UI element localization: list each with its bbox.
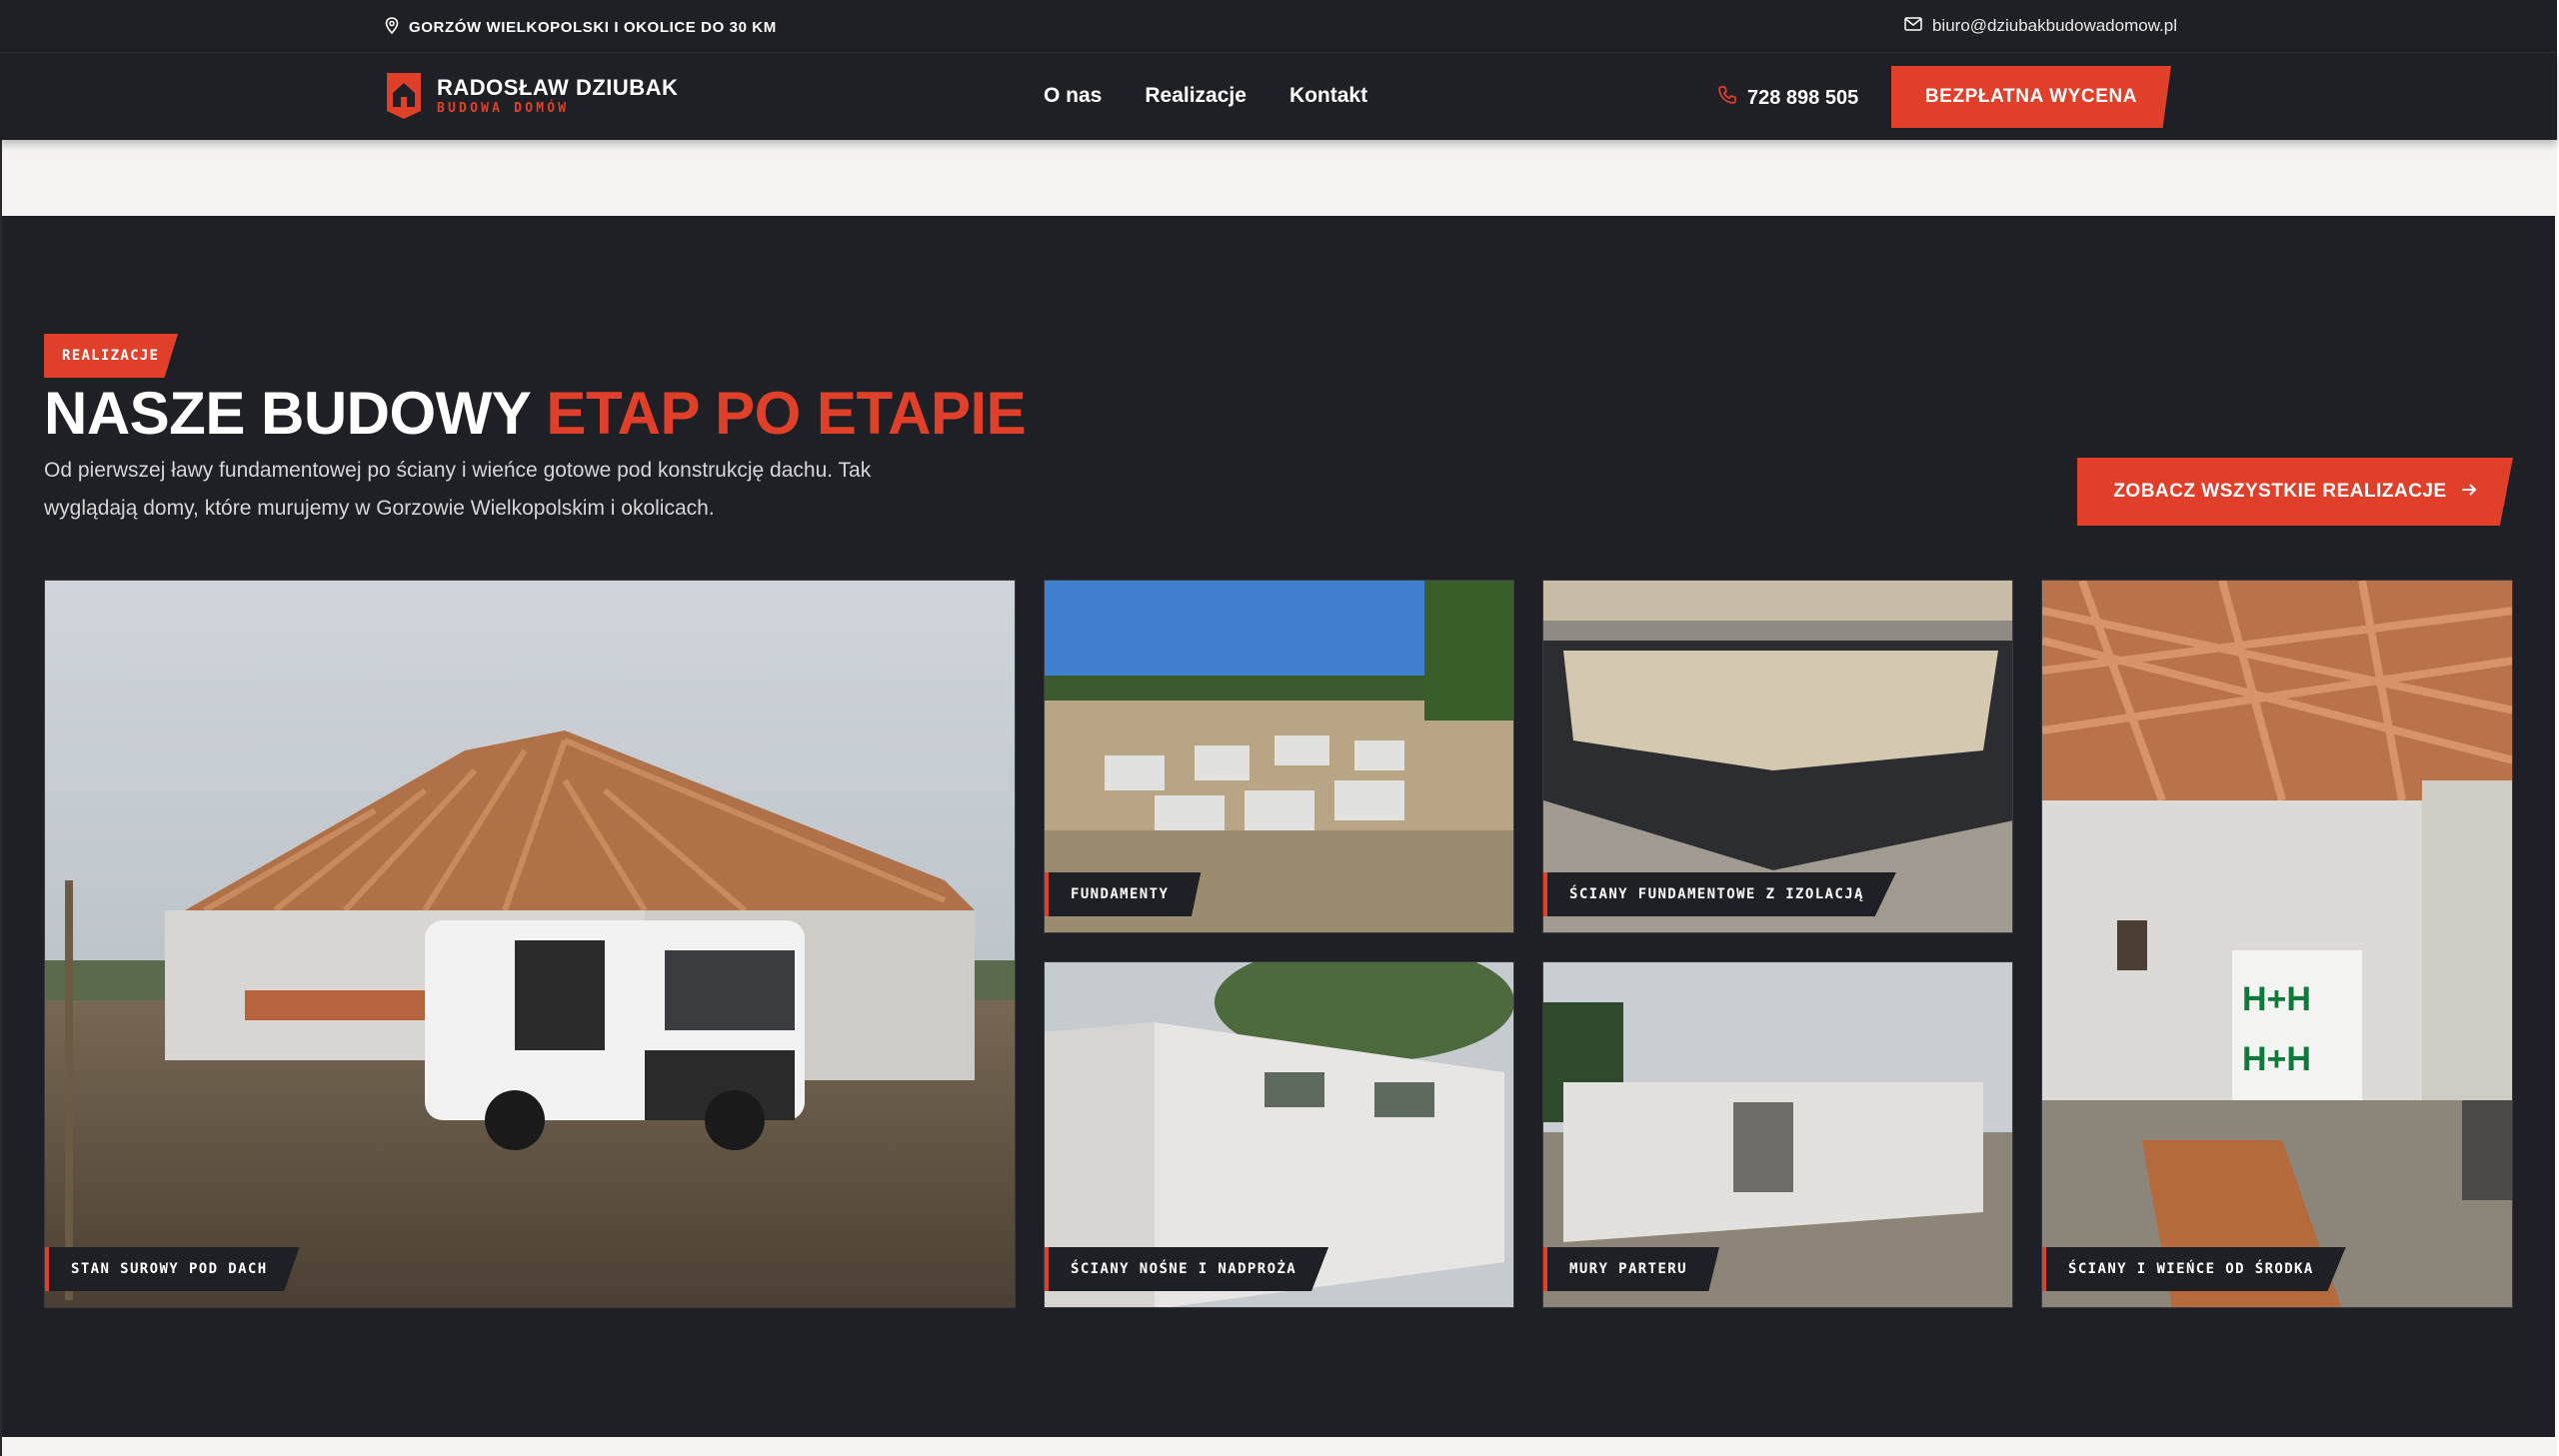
- page: GORZÓW WIELKOPOLSKI I OKOLICE DO 30 KM b…: [0, 0, 2559, 1456]
- see-all-projects-button[interactable]: ZOBACZ WSZYSTKIE REALIZACJE: [2077, 458, 2513, 526]
- section-lead: Od pierwszej ławy fundamentowej po ścian…: [44, 459, 872, 520]
- email-link[interactable]: biuro@dziubakbudowadomow.pl: [1904, 16, 2177, 36]
- gallery-tile[interactable]: ŚCIANY FUNDAMENTOWE Z IZOLACJĄ: [1542, 580, 2013, 933]
- location-text: GORZÓW WIELKOPOLSKI I OKOLICE DO 30 KM: [409, 19, 777, 36]
- gallery-tile[interactable]: STAN SUROWY POD DACH: [44, 580, 1016, 1308]
- tile-label: ŚCIANY NOŚNE I NADPROŻA: [1045, 1247, 1329, 1291]
- nav-item-kontakt[interactable]: Kontakt: [1289, 84, 1367, 108]
- top-info-bar: GORZÓW WIELKOPOLSKI I OKOLICE DO 30 KM b…: [0, 0, 2557, 52]
- main-navigation: RADOSŁAW DZIUBAK BUDOWA DOMÓW O nas Real…: [0, 52, 2557, 140]
- site-logo[interactable]: RADOSŁAW DZIUBAK BUDOWA DOMÓW: [385, 71, 678, 121]
- tile-label: STAN SUROWY POD DACH: [45, 1247, 300, 1291]
- section-title-white: NASZE BUDOWY: [44, 380, 531, 447]
- see-all-label: ZOBACZ WSZYSTKIE REALIZACJE: [2113, 481, 2447, 502]
- phone-icon: [1717, 85, 1737, 111]
- phone-link[interactable]: 728 898 505: [1717, 85, 1858, 111]
- next-section-start: [2, 1437, 2555, 1456]
- house-logo-icon: [385, 71, 423, 121]
- phone-number: 728 898 505: [1747, 86, 1859, 109]
- project-photo: [45, 581, 1015, 1307]
- tile-label: FUNDAMENTY: [1045, 872, 1202, 916]
- brand-tagline: BUDOWA DOMÓW: [437, 101, 570, 116]
- arrow-right-icon: [2461, 481, 2477, 503]
- nav-item-o-nas[interactable]: O nas: [1044, 84, 1102, 108]
- nav-item-realizacje[interactable]: Realizacje: [1145, 84, 1247, 108]
- nav-menu: O nas Realizacje Kontakt: [1044, 84, 1367, 108]
- project-photo: H+H H+H: [2042, 581, 2512, 1307]
- brand-name: RADOSŁAW DZIUBAK: [437, 75, 679, 100]
- free-quote-button[interactable]: BEZPŁATNA WYCENA: [1891, 66, 2171, 128]
- location-info: GORZÓW WIELKOPOLSKI I OKOLICE DO 30 KM: [385, 17, 777, 38]
- tile-label: ŚCIANY FUNDAMENTOWE Z IZOLACJĄ: [1543, 872, 1896, 916]
- gallery-tile[interactable]: H+H H+H ŚCIANY I WIEŃCE OD ŚRODKA: [2041, 580, 2513, 1308]
- tile-label: MURY PARTERU: [1543, 1247, 1719, 1291]
- section-title: NASZE BUDOWY ETAP PO ETAPIE: [44, 378, 1027, 450]
- gallery-tile[interactable]: FUNDAMENTY: [1044, 580, 1514, 933]
- section-badge: REALIZACJE: [44, 334, 178, 378]
- svg-text:H+H: H+H: [2242, 1040, 2311, 1078]
- email-text: biuro@dziubakbudowadomow.pl: [1931, 16, 2177, 35]
- mail-icon: [1904, 16, 1922, 36]
- gallery-tile[interactable]: MURY PARTERU: [1542, 961, 2013, 1308]
- section-title-accent: ETAP PO ETAPIE: [546, 380, 1027, 447]
- tile-label: ŚCIANY I WIEŃCE OD ŚRODKA: [2042, 1247, 2346, 1291]
- svg-text:H+H: H+H: [2242, 980, 2311, 1018]
- gallery-tile[interactable]: ŚCIANY NOŚNE I NADPROŻA: [1044, 961, 1514, 1308]
- location-pin-icon: [385, 17, 399, 38]
